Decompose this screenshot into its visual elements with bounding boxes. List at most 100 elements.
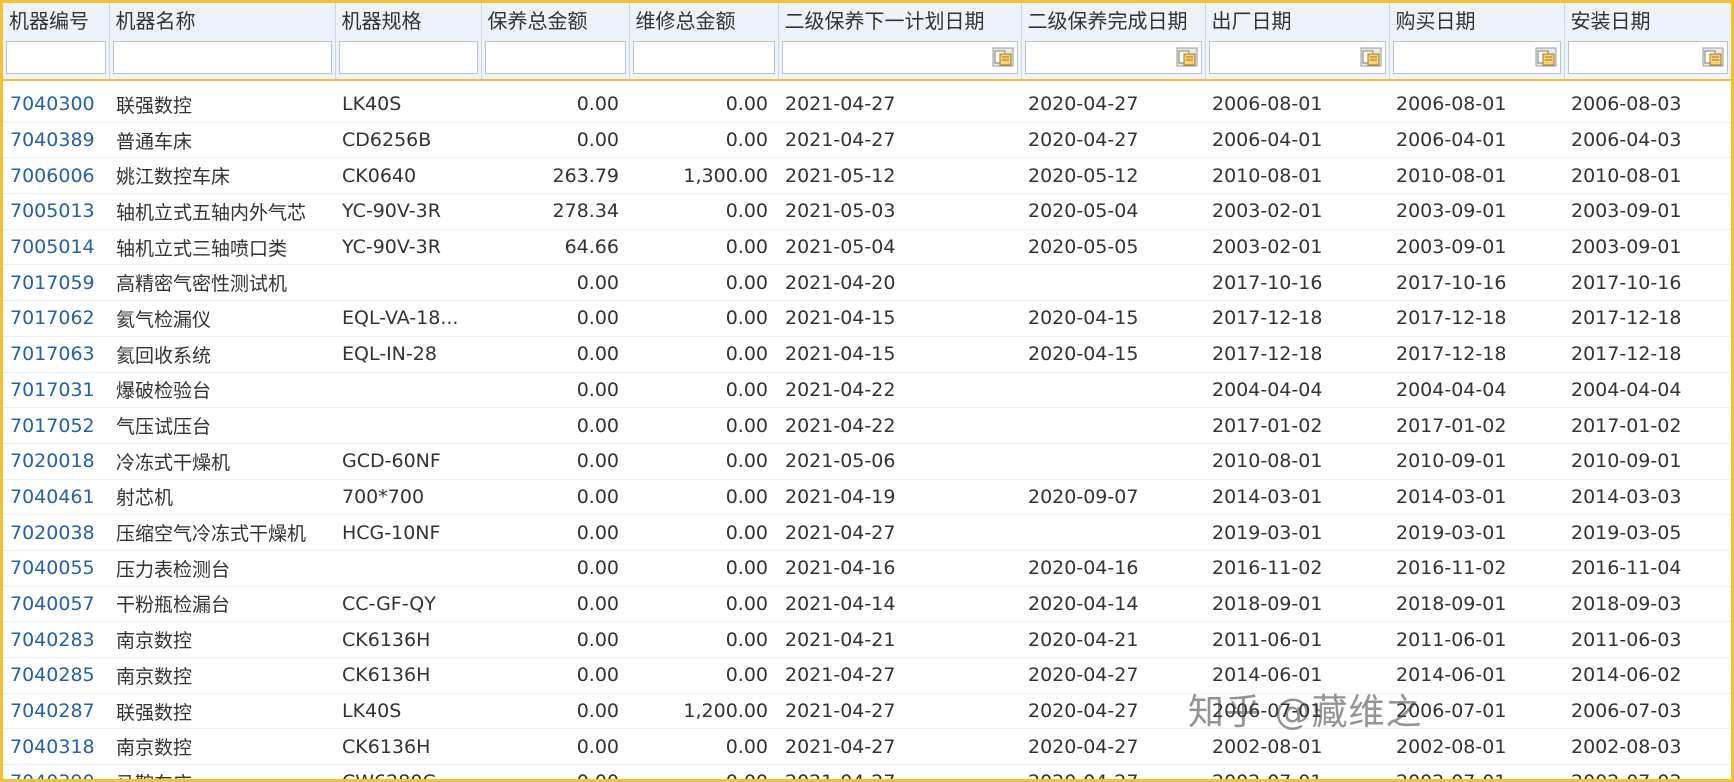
table-row[interactable]: 7017052 气压试压台 0.00 0.00 2021-04-22 2017-01-02… (3, 407, 1731, 444)
table-row[interactable]: 7017059 高精密气密性测试机 0.00 0.00 2021-04-20 2017-1… (3, 264, 1731, 302)
cell-purchase-date: 2016-11-02 (1389, 550, 1564, 587)
table-row[interactable]: 7006006 姚江数控车床 CK0640 263.79 1,300.00 2021-05… (3, 157, 1731, 195)
calendar-picker-icon[interactable] (1176, 47, 1198, 67)
table-row[interactable]: 7017062 氦气检漏仪 EQL-VA-18... 0.00 0.00 2021-04-… (3, 300, 1731, 337)
cell-repair-total: 0.00 (629, 764, 778, 779)
table-row[interactable]: 7040285 南京数控 CK6136H 0.00 0.00 2021-04-27 2020… (3, 657, 1731, 694)
cell-machine-no[interactable]: 7006006 (3, 157, 109, 195)
filter-input-factory-date[interactable] (1208, 41, 1386, 74)
cell-next-plan-date: 2021-04-20 (778, 264, 1021, 302)
cell-machine-no[interactable]: 7040300 (3, 80, 109, 123)
cell-machine-no[interactable]: 7017031 (3, 372, 109, 409)
column-header-completion-date[interactable]: 二级保养完成日期 (1021, 3, 1206, 39)
table-row[interactable]: 7040461 射芯机 700*700 0.00 0.00 2021-04-19 2020-… (3, 479, 1731, 516)
cell-machine-no[interactable]: 7020018 (3, 443, 109, 480)
filter-input-machine-no[interactable] (6, 41, 106, 74)
cell-machine-no[interactable]: 7017052 (3, 407, 109, 444)
cell-next-plan-date: 2021-04-27 (778, 122, 1021, 159)
filter-input-install-date[interactable] (1567, 41, 1728, 74)
cell-maintenance-total: 0.00 (481, 586, 629, 623)
cell-machine-no[interactable]: 7040057 (3, 586, 109, 623)
cell-machine-spec: CK6136H (335, 621, 481, 658)
cell-install-date: 2019-03-05 (1564, 514, 1731, 551)
cell-machine-name: 压力表检测台 (109, 550, 335, 587)
table-row[interactable]: 7017063 氦回收系统 EQL-IN-28 0.00 0.00 2021-04-15 2… (3, 336, 1731, 373)
filter-input-purchase-date[interactable] (1392, 41, 1561, 74)
cell-install-date: 2002-07-03 (1564, 764, 1731, 779)
table-row[interactable]: 7020018 冷冻式干燥机 GCD-60NF 0.00 0.00 2021-05-06 2… (3, 443, 1731, 480)
filter-input-machine-name[interactable] (112, 41, 332, 74)
table-row[interactable]: 7040390马鞍车床CW6280C0.000.002021-04-272020… (3, 764, 1731, 779)
filter-input-completion-date[interactable] (1024, 41, 1202, 74)
table-row[interactable]: 7040300 联强数控 LK40S 0.00 0.00 2021-04-27 2020-0… (3, 80, 1731, 123)
cell-machine-no[interactable]: 7040390 (3, 764, 109, 779)
column-header-factory-date[interactable]: 出厂日期 (1205, 3, 1390, 39)
cell-machine-no[interactable]: 7020038 (3, 514, 109, 551)
cell-repair-total: 0.00 (629, 300, 778, 337)
cell-factory-date: 2014-03-01 (1205, 479, 1389, 516)
cell-machine-no[interactable]: 7040461 (3, 479, 109, 516)
table-row[interactable]: 7017031 爆破检验台 0.00 0.00 2021-04-22 2004-04-04… (3, 372, 1731, 409)
cell-machine-spec (335, 550, 481, 587)
table-row[interactable]: 7005014 轴机立式三轴喷口类 YC-90V-3R 64.66 0.00 2021-0… (3, 229, 1731, 266)
column-header-machine-name[interactable]: 机器名称 (109, 3, 336, 39)
cell-machine-no[interactable]: 7040285 (3, 657, 109, 694)
cell-purchase-date: 2002-07-01 (1389, 764, 1564, 779)
cell-machine-no[interactable]: 7040055 (3, 550, 109, 587)
cell-repair-total: 0.00 (629, 336, 778, 373)
cell-machine-no[interactable]: 7017062 (3, 300, 109, 337)
cell-install-date: 2010-08-01 (1564, 157, 1731, 195)
filter-input-repair-total[interactable] (632, 41, 775, 74)
cell-install-date: 2006-07-03 (1564, 693, 1731, 730)
cell-maintenance-total: 0.00 (481, 443, 629, 480)
cell-machine-spec: LK40S (335, 693, 481, 730)
cell-machine-name: 马鞍车床 (109, 764, 335, 779)
cell-machine-no[interactable]: 7017063 (3, 336, 109, 373)
cell-completion-date: 2020-04-27 (1021, 728, 1205, 766)
column-header-install-date[interactable]: 安装日期 (1564, 3, 1731, 39)
cell-completion-date: 2020-04-27 (1021, 122, 1205, 159)
table-row[interactable]: 7040389 普通车床 CD6256B 0.00 0.00 2021-04-27 2020… (3, 122, 1731, 159)
column-header-purchase-date[interactable]: 购买日期 (1389, 3, 1565, 39)
column-header-machine-no[interactable]: 机器编号 (3, 3, 110, 39)
cell-machine-no[interactable]: 7040283 (3, 621, 109, 658)
cell-machine-name: 轴机立式三轴喷口类 (109, 229, 335, 266)
cell-factory-date: 2010-08-01 (1205, 157, 1389, 195)
table-row[interactable]: 7040283 南京数控 CK6136H 0.00 0.00 2021-04-21 2020… (3, 621, 1731, 658)
column-header-machine-spec[interactable]: 机器规格 (335, 3, 482, 39)
table-row[interactable]: 7005013 轴机立式五轴内外气芯 YC-90V-3R 278.34 0.00 2021… (3, 193, 1731, 230)
cell-factory-date: 2017-10-16 (1205, 264, 1389, 302)
cell-purchase-date: 2010-09-01 (1389, 443, 1564, 480)
table-row[interactable]: 7040318 南京数控 CK6136H 0.00 0.00 2021-04-27 2020… (3, 728, 1731, 766)
cell-completion-date: 2020-04-27 (1021, 80, 1205, 123)
cell-machine-no[interactable]: 7005013 (3, 193, 109, 230)
cell-purchase-date: 2002-08-01 (1389, 728, 1564, 766)
cell-machine-name: 联强数控 (109, 80, 335, 123)
column-header-next-plan-date[interactable]: 二级保养下一计划日期 (778, 3, 1022, 39)
table-row[interactable]: 7040055 压力表检测台 0.00 0.00 2021-04-16 2020-04-1… (3, 550, 1731, 587)
equipment-table: 机器编号 机器名称 机器规格 保养总金额 维修总金额 二级保养下一计划日期 二级… (3, 3, 1731, 779)
filter-input-maintenance-total[interactable] (484, 41, 626, 74)
cell-machine-no[interactable]: 7005014 (3, 229, 109, 266)
cell-machine-no[interactable]: 7040318 (3, 728, 109, 766)
cell-next-plan-date: 2021-04-22 (778, 372, 1021, 409)
calendar-picker-icon[interactable] (1702, 47, 1724, 67)
table-row[interactable]: 7020038 压缩空气冷冻式干燥机 HCG-10NF 0.00 0.00 2021-04… (3, 514, 1731, 551)
cell-factory-date: 2010-08-01 (1205, 443, 1389, 480)
cell-machine-no[interactable]: 7017059 (3, 264, 109, 302)
filter-input-machine-spec[interactable] (338, 41, 478, 74)
calendar-picker-icon[interactable] (1360, 47, 1382, 67)
column-header-maintenance-total[interactable]: 保养总金额 (481, 3, 630, 39)
column-header-repair-total[interactable]: 维修总金额 (629, 3, 779, 39)
cell-completion-date (1021, 514, 1205, 551)
table-row[interactable]: 7040287 联强数控 LK40S 0.00 1,200.00 2021-04-27 20… (3, 693, 1731, 730)
calendar-picker-icon[interactable] (1535, 47, 1557, 67)
cell-machine-no[interactable]: 7040389 (3, 122, 109, 159)
cell-machine-no[interactable]: 7040287 (3, 693, 109, 730)
cell-next-plan-date: 2021-04-22 (778, 407, 1021, 444)
cell-install-date: 2006-08-03 (1564, 80, 1731, 123)
filter-input-next-plan-date[interactable] (781, 41, 1018, 74)
calendar-picker-icon[interactable] (992, 47, 1014, 67)
table-row[interactable]: 7040057 干粉瓶检漏台 CC-GF-QY 0.00 0.00 2021-04-14 2… (3, 586, 1731, 623)
cell-machine-spec: LK40S (335, 80, 481, 123)
